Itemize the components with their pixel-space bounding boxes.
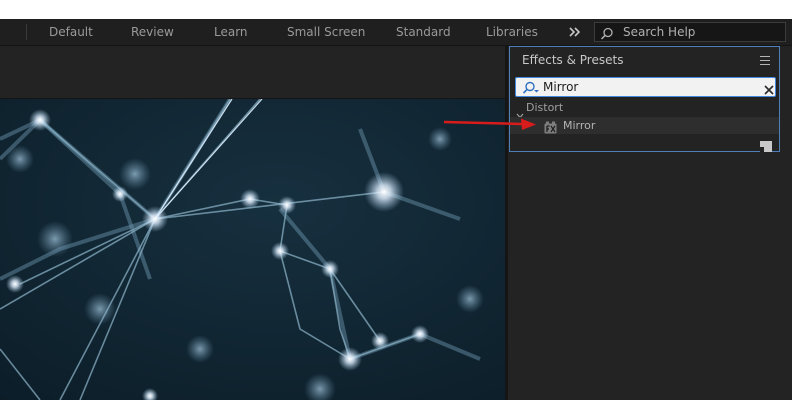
hamburger-menu-icon[interactable] bbox=[760, 56, 770, 65]
effects-presets-panel: Effects & Presets Distort bbox=[509, 46, 780, 152]
panel-title: Effects & Presets bbox=[522, 53, 624, 67]
search-help-field[interactable]: Search Help bbox=[594, 22, 786, 42]
composition-viewer[interactable] bbox=[0, 99, 505, 400]
effect-label: Mirror bbox=[563, 119, 596, 132]
workspace-tab-learn[interactable]: Learn bbox=[214, 19, 248, 45]
tab-separator bbox=[26, 24, 27, 40]
effect-icon bbox=[544, 119, 557, 134]
panel-divider[interactable] bbox=[505, 46, 508, 400]
workspace-tab-default[interactable]: Default bbox=[49, 19, 93, 45]
search-icon bbox=[600, 26, 614, 45]
workspace-tab-standard[interactable]: Standard bbox=[396, 19, 451, 45]
double-chevron-right-icon[interactable] bbox=[567, 19, 583, 45]
category-distort[interactable]: Distort bbox=[510, 99, 779, 119]
new-bin-icon[interactable] bbox=[760, 137, 772, 152]
workspace-tab-libraries[interactable]: Libraries bbox=[486, 19, 538, 45]
workspace-tab-review[interactable]: Review bbox=[131, 19, 174, 45]
effect-item-mirror[interactable]: Mirror bbox=[510, 117, 779, 134]
composition-panel-header bbox=[0, 46, 505, 99]
search-dropdown-icon[interactable] bbox=[522, 80, 540, 99]
panel-header: Effects & Presets bbox=[510, 47, 779, 75]
annotation-arrow bbox=[443, 118, 536, 130]
clear-search-icon[interactable] bbox=[763, 81, 775, 95]
effects-search-input[interactable] bbox=[543, 78, 743, 96]
top-strip bbox=[0, 0, 792, 19]
workspace-tab-small-screen[interactable]: Small Screen bbox=[287, 19, 365, 45]
effects-search-field[interactable] bbox=[515, 77, 776, 97]
network-image bbox=[0, 99, 505, 400]
search-help-label: Search Help bbox=[623, 25, 696, 39]
